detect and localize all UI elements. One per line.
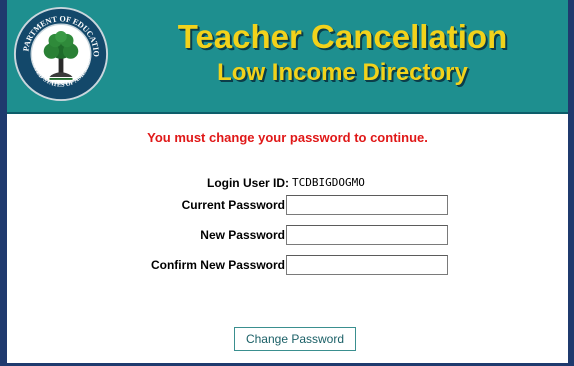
new-password-row: New Password: — [7, 225, 567, 247]
password-change-warning: You must change your password to continu… — [147, 130, 428, 145]
new-password-field[interactable] — [286, 225, 448, 245]
department-of-education-seal: DEPARTMENT OF EDUCATION UNITED STATES OF… — [13, 6, 109, 102]
change-password-button[interactable]: Change Password — [234, 327, 356, 351]
current-password-label: Current Password: — [181, 198, 289, 212]
page-frame: DEPARTMENT OF EDUCATION UNITED STATES OF… — [0, 0, 574, 366]
login-user-id-label: Login User ID: — [206, 176, 289, 190]
header-banner: DEPARTMENT OF EDUCATION UNITED STATES OF… — [7, 0, 568, 114]
login-user-id-value: TCDBIGDOGMO — [292, 176, 365, 189]
confirm-password-row: Confirm New Password: — [7, 255, 567, 277]
current-password-field[interactable] — [286, 195, 448, 215]
app-title: Teacher Cancellation — [177, 18, 508, 55]
confirm-password-field[interactable] — [286, 255, 448, 275]
confirm-password-label: Confirm New Password: — [150, 258, 289, 272]
new-password-label: New Password: — [200, 228, 289, 242]
login-user-id-row: Login User ID: TCDBIGDOGMO — [7, 173, 567, 195]
app-subtitle: Low Income Directory — [217, 59, 468, 86]
current-password-row: Current Password: — [7, 195, 567, 217]
